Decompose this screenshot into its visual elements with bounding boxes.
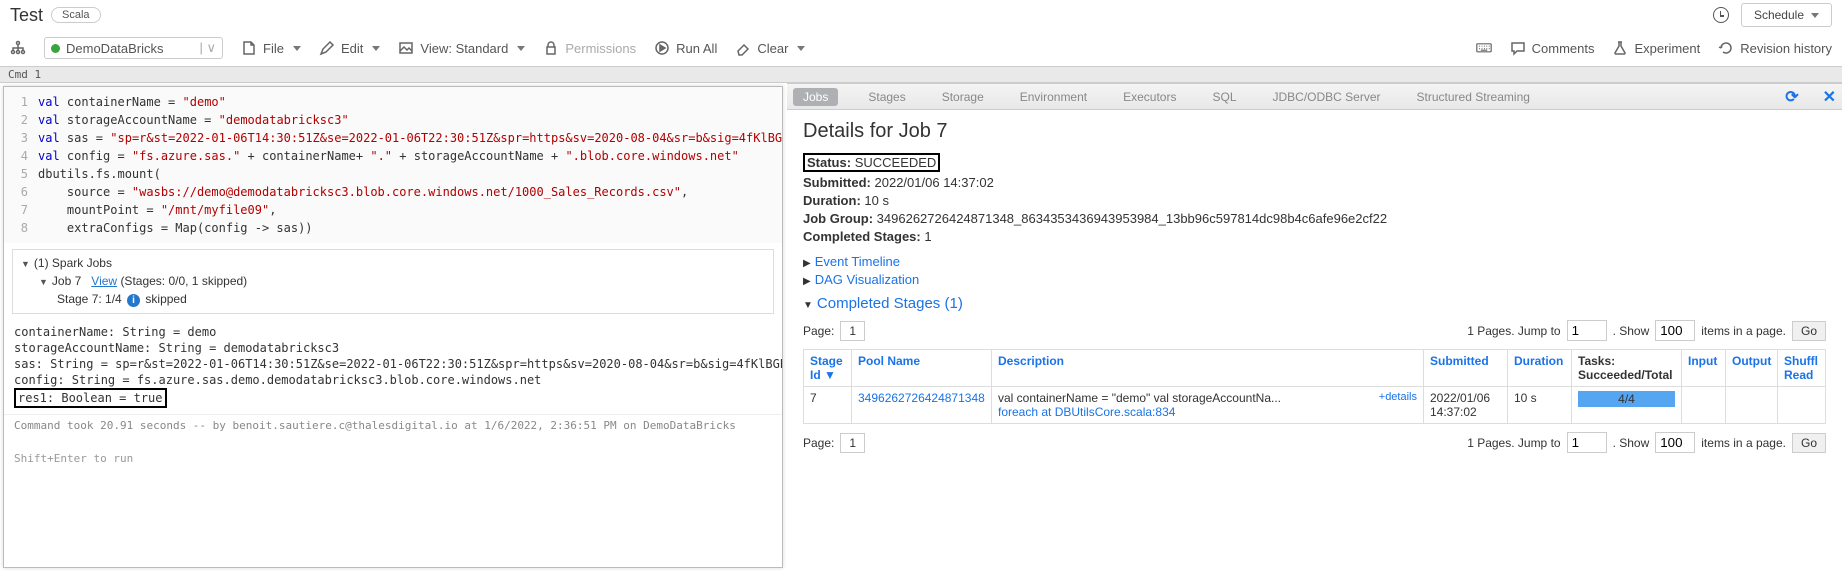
job-label: Job 7 xyxy=(52,274,81,288)
jump-input[interactable] xyxy=(1567,320,1607,341)
details-link[interactable]: +details xyxy=(1379,391,1417,403)
job-view-link[interactable]: View xyxy=(91,274,117,288)
tab-environment[interactable]: Environment xyxy=(1014,86,1093,108)
run-hint: Shift+Enter to run xyxy=(4,436,782,481)
completed-stages-value: 1 xyxy=(924,229,931,244)
run-all-button[interactable]: Run All xyxy=(654,40,717,56)
cell-duration: 10 s xyxy=(1508,387,1572,424)
keyboard-icon[interactable] xyxy=(1476,40,1492,56)
stage-line: Stage 7: 1/4 xyxy=(57,292,122,306)
th-output[interactable]: Output xyxy=(1726,350,1778,387)
jump-input-bottom[interactable] xyxy=(1567,432,1607,453)
jobgroup-value: 3496262726424871348_8634353436943953984_… xyxy=(877,211,1387,226)
th-duration[interactable]: Duration xyxy=(1508,350,1572,387)
desc-link[interactable]: foreach at DBUtilsCore.scala:834 xyxy=(998,405,1175,419)
revision-history-button[interactable]: Revision history xyxy=(1718,40,1832,56)
tab-jdbc-odbc-server[interactable]: JDBC/ODBC Server xyxy=(1267,86,1387,108)
event-timeline-toggle[interactable]: Event Timeline xyxy=(815,254,900,269)
submitted-label: Submitted: xyxy=(803,175,871,190)
show-input-bottom[interactable] xyxy=(1655,432,1695,453)
task-progress: 4/4 xyxy=(1578,391,1675,407)
table-row: 7 3496262726424871348 val containerName … xyxy=(804,387,1826,424)
schedule-button[interactable]: Schedule xyxy=(1741,3,1832,27)
skipped-text: skipped xyxy=(145,292,186,306)
duration-value: 10 s xyxy=(864,193,889,208)
last-run-icon[interactable] xyxy=(1713,7,1729,23)
view-menu[interactable]: View: Standard xyxy=(398,40,525,56)
tab-jobs[interactable]: Jobs xyxy=(793,88,838,106)
go-button-bottom[interactable]: Go xyxy=(1792,433,1826,453)
clear-menu[interactable]: Clear xyxy=(735,40,805,56)
info-icon[interactable]: i xyxy=(127,294,140,307)
jobgroup-label: Job Group: xyxy=(803,211,873,226)
completed-stages-toggle[interactable]: Completed Stages (1) xyxy=(817,295,963,312)
spark-jobs-panel[interactable]: (1) Spark Jobs Job 7 View (Stages: 0/0, … xyxy=(12,249,774,314)
command-footer: Command took 20.91 seconds -- by benoit.… xyxy=(4,414,782,436)
th-tasks: Tasks: Succeeded/Total xyxy=(1572,350,1682,387)
stages-table: Stage Id ▼ Pool Name Description Submitt… xyxy=(803,349,1826,424)
tab-storage[interactable]: Storage xyxy=(936,86,990,108)
edit-menu[interactable]: Edit xyxy=(319,40,380,56)
dag-visualization-toggle[interactable]: DAG Visualization xyxy=(815,272,920,287)
page-current[interactable]: 1 xyxy=(840,321,865,341)
th-description[interactable]: Description xyxy=(992,350,1424,387)
tab-stages[interactable]: Stages xyxy=(862,86,911,108)
show-input[interactable] xyxy=(1655,320,1695,341)
comments-button[interactable]: Comments xyxy=(1510,40,1595,56)
submitted-value: 2022/01/06 14:37:02 xyxy=(875,175,994,190)
page-title: Test xyxy=(10,5,43,26)
permissions-menu: Permissions xyxy=(543,40,636,56)
cmd-label: Cmd 1 xyxy=(0,66,1842,83)
status-dot-icon xyxy=(51,44,60,53)
go-button[interactable]: Go xyxy=(1792,321,1826,341)
th-input[interactable]: Input xyxy=(1682,350,1726,387)
attached-cluster-name: DemoDataBricks xyxy=(66,41,164,56)
th-shuffle[interactable]: Shuffl Read xyxy=(1778,350,1826,387)
tab-sql[interactable]: SQL xyxy=(1206,86,1242,108)
hierarchy-icon[interactable] xyxy=(10,40,26,56)
cell-stage-id: 7 xyxy=(804,387,852,424)
job-details-title: Details for Job 7 xyxy=(803,120,1826,143)
spark-jobs-title: (1) Spark Jobs xyxy=(34,256,112,270)
file-menu[interactable]: File xyxy=(241,40,301,56)
completed-stages-label: Completed Stages: xyxy=(803,229,921,244)
notebook-cell[interactable]: 1val containerName = "demo"2val storageA… xyxy=(3,86,783,568)
page-current-bottom[interactable]: 1 xyxy=(840,433,865,453)
sparkui-tabs: Jobs Stages Storage Environment Executors SQL… xyxy=(787,84,1842,110)
tab-structured-streaming[interactable]: Structured Streaming xyxy=(1411,86,1536,108)
pool-name-link[interactable]: 3496262726424871348 xyxy=(858,391,985,405)
th-stage-id[interactable]: Stage Id ▼ xyxy=(804,350,852,387)
status-value: SUCCEEDED xyxy=(855,155,937,170)
cell-submitted: 2022/01/06 14:37:02 xyxy=(1424,387,1508,424)
code-editor[interactable]: 1val containerName = "demo"2val storageA… xyxy=(4,87,782,243)
close-icon[interactable]: ✕ xyxy=(1823,87,1836,107)
pager-top: Page: 1 1 Pages. Jump to . Show items in… xyxy=(803,320,1826,341)
stages-info: (Stages: 0/0, 1 skipped) xyxy=(120,274,247,288)
tab-executors[interactable]: Executors xyxy=(1117,86,1182,108)
pager-bottom: Page: 1 1 Pages. Jump to . Show items in… xyxy=(803,432,1826,453)
duration-label: Duration: xyxy=(803,193,861,208)
th-submitted[interactable]: Submitted xyxy=(1424,350,1508,387)
language-tag[interactable]: Scala xyxy=(51,7,101,23)
cell-desc1: val containerName = "demo" val storageAc… xyxy=(998,391,1281,405)
attached-cluster-dropdown[interactable]: DemoDataBricks | ∨ xyxy=(44,37,223,59)
cell-output: containerName: String = demostorageAccou… xyxy=(4,318,782,414)
th-pool-name[interactable]: Pool Name xyxy=(852,350,992,387)
status-label: Status: xyxy=(807,155,851,170)
experiment-button[interactable]: Experiment xyxy=(1612,40,1700,56)
refresh-icon[interactable]: ⟳ xyxy=(1785,87,1798,107)
